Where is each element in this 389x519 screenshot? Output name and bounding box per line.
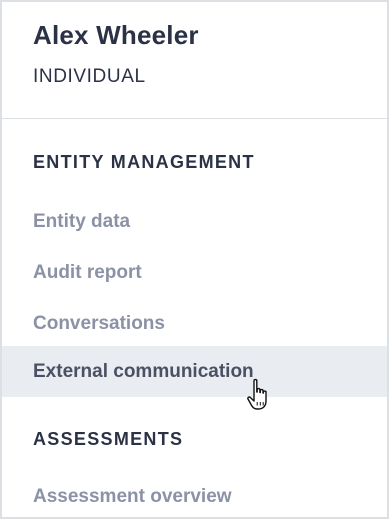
nav-item-label: Entity data (33, 211, 131, 232)
nav-item-conversations[interactable]: Conversations (2, 299, 387, 349)
nav-item-label: Conversations (33, 313, 165, 334)
nav-item-assessment-overview[interactable]: Assessment overview (2, 472, 387, 517)
nav-item-audit-report[interactable]: Audit report (2, 248, 387, 298)
nav-item-entity-data[interactable]: Entity data (2, 197, 387, 247)
user-header: Alex Wheeler INDIVIDUAL (2, 2, 387, 118)
section-title-assessments: ASSESSMENTS (33, 429, 184, 449)
entity-sidebar: Alex Wheeler INDIVIDUAL ENTITY MANAGEMEN… (0, 0, 389, 519)
user-name: Alex Wheeler (33, 20, 199, 50)
section-title-entity-management: ENTITY MANAGEMENT (33, 152, 255, 172)
nav-item-external-communication[interactable]: External communication (2, 346, 387, 397)
user-type: INDIVIDUAL (33, 66, 146, 87)
header-divider (2, 118, 387, 119)
nav-item-label: External communication (33, 360, 254, 382)
nav-item-label: Audit report (33, 262, 142, 283)
nav-item-label: Assessment overview (33, 486, 232, 507)
